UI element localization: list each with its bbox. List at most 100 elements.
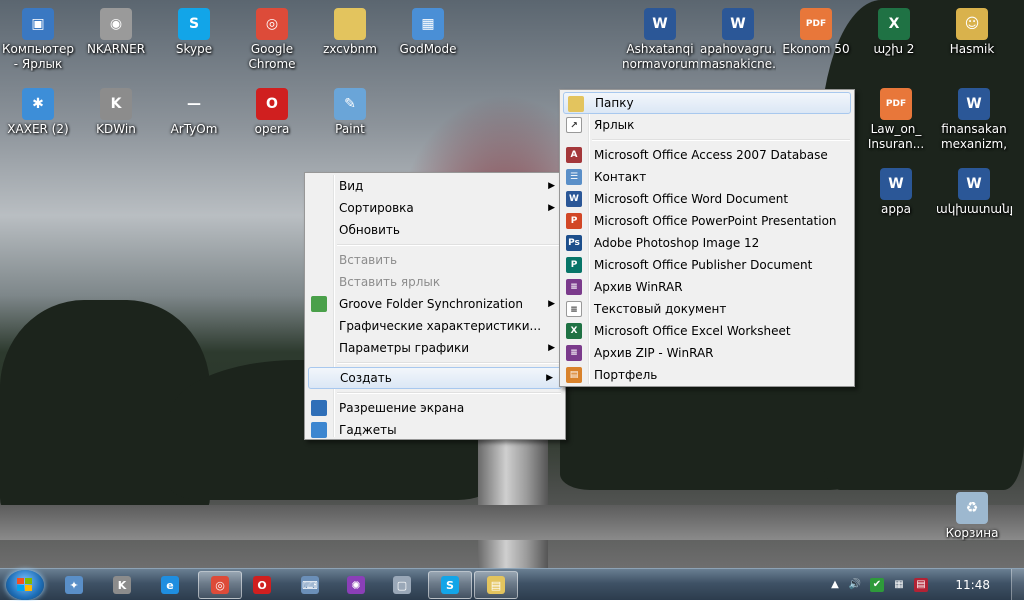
- desktop-icon[interactable]: ✱ XAXER (2): [0, 88, 76, 137]
- context-menu-item[interactable]: Графические характеристики...: [307, 315, 563, 337]
- taskbar-button[interactable]: ✦: [52, 571, 96, 599]
- desktop-icon-label: Hasmik: [949, 42, 995, 56]
- show-desktop-button[interactable]: [1011, 569, 1024, 601]
- sync-check-icon[interactable]: ✔: [870, 578, 884, 592]
- desktop-icon[interactable]: Wfinansakan mexanizm, f...: [936, 88, 1012, 152]
- desktop-icon-label: XAXER (2): [7, 122, 69, 136]
- create-submenu: Папку ↗ Ярлык A Microsoft Office Access 2007…: [559, 89, 855, 387]
- context-menu-item[interactable]: Гаджеты: [307, 419, 563, 441]
- taskbar-button[interactable]: S: [428, 571, 472, 599]
- desktop-icon[interactable]: PDF Ekonom 50: [778, 8, 854, 57]
- desktop-icon[interactable]: ▣ Компьютер - Ярлык: [0, 8, 76, 72]
- create-submenu-item[interactable]: ≡ Архив WinRAR: [562, 276, 852, 298]
- create-submenu-item[interactable]: P Microsoft Office Publisher Document: [562, 254, 852, 276]
- keyboard-icon: ⌨: [301, 576, 319, 594]
- start-button[interactable]: [6, 570, 44, 600]
- create-submenu-item[interactable]: ↗ Ярлык: [562, 114, 852, 136]
- desktop-icon[interactable]: ◉ NKARNER: [78, 8, 154, 57]
- create-submenu-item[interactable]: Папку: [563, 92, 851, 114]
- context-menu-item[interactable]: Вставить: [307, 249, 563, 271]
- create-submenu-item-label: Microsoft Office PowerPoint Presentation: [594, 214, 837, 228]
- taskbar-button[interactable]: ⌨: [288, 571, 332, 599]
- desktop-icon-label: Компьютер - Ярлык: [2, 42, 74, 71]
- access-icon: A: [566, 147, 582, 163]
- taskbar-button[interactable]: ✺: [334, 571, 378, 599]
- context-menu-item[interactable]: Сортировка ▶: [307, 197, 563, 219]
- context-menu-item-label: Groove Folder Synchronization: [339, 297, 523, 311]
- desktop-icon-label: Paint: [335, 122, 365, 136]
- context-menu-item[interactable]: Вид ▶: [307, 175, 563, 197]
- taskbar: ✦ Ke ◎ O ⌨ ✺ ▢ S ▤ ▲ 🔊 ✔ ▦ ▤ 11:48: [0, 568, 1024, 601]
- context-menu-item-label: Сортировка: [339, 201, 414, 215]
- display-icon: [311, 400, 327, 416]
- desktop-icon[interactable]: ☺ Hasmik: [934, 8, 1010, 57]
- create-submenu-item[interactable]: W Microsoft Office Word Document: [562, 188, 852, 210]
- desktop-icon[interactable]: PDF Law_on_ Insuran...: [858, 88, 934, 152]
- desktop-icon-label: appa: [881, 202, 911, 216]
- desktop-icon[interactable]: Wapahovagru... masnakicne...: [700, 8, 776, 72]
- word-document-icon: W: [722, 8, 754, 40]
- taskbar-button[interactable]: ◎: [198, 571, 242, 599]
- create-submenu-item[interactable]: ≡ Архив ZIP - WinRAR: [562, 342, 852, 364]
- word-document-icon: W: [958, 168, 990, 200]
- winrar-icon: ≡: [566, 279, 582, 295]
- context-menu-item-label: Вставить: [339, 253, 398, 267]
- chrome-icon: ◎: [256, 8, 288, 40]
- desktop-icon[interactable]: ✎ Paint: [312, 88, 388, 137]
- window-icon: ▢: [393, 576, 411, 594]
- winrar-zip-icon: ≡: [566, 345, 582, 361]
- desktop-icon-label: Google Chrome: [248, 42, 296, 71]
- context-menu-item[interactable]: Разрешение экрана: [307, 397, 563, 419]
- camera-icon: ◉: [100, 8, 132, 40]
- desktop-icon-label: Ashxatanqi normavorum...: [622, 42, 698, 71]
- desktop-icon-label: NKARNER: [86, 42, 146, 56]
- desktop-icon[interactable]: ◎ Google Chrome: [234, 8, 310, 72]
- network-icon[interactable]: ▦: [892, 578, 906, 592]
- desktop-icon[interactable]: Wակխատանք: [936, 168, 1012, 217]
- desktop-icon[interactable]: Xաշխ 2: [856, 8, 932, 57]
- desktop-icon[interactable]: ♻ Корзина: [934, 492, 1010, 541]
- user-folder-icon: ☺: [956, 8, 988, 40]
- taskbar-button[interactable]: e: [148, 571, 192, 599]
- create-submenu-item[interactable]: Ps Adobe Photoshop Image 12: [562, 232, 852, 254]
- create-submenu-item[interactable]: ☰ Контакт: [562, 166, 852, 188]
- taskbar-button[interactable]: K: [100, 571, 144, 599]
- opera-icon: O: [253, 576, 271, 594]
- clock[interactable]: 11:48: [955, 569, 990, 601]
- taskbar-button[interactable]: O: [240, 571, 284, 599]
- create-submenu-item[interactable]: X Microsoft Office Excel Worksheet: [562, 320, 852, 342]
- create-submenu-item[interactable]: P Microsoft Office PowerPoint Presentatio…: [562, 210, 852, 232]
- language-flag-icon[interactable]: ▤: [914, 578, 928, 592]
- context-menu-item[interactable]: Параметры графики ▶: [307, 337, 563, 359]
- taskbar-button[interactable]: ▢: [380, 571, 424, 599]
- volume-icon[interactable]: 🔊: [848, 578, 862, 592]
- wallpaper-road: [0, 505, 1024, 540]
- excel-icon: X: [878, 8, 910, 40]
- desktop-icon[interactable]: K KDWin: [78, 88, 154, 137]
- desktop-icon[interactable]: WAshxatanqi normavorum...: [622, 8, 698, 72]
- paint-icon: ✎: [334, 88, 366, 120]
- desktop-icon[interactable]: S Skype: [156, 8, 232, 57]
- context-menu-item[interactable]: Создать ▶: [308, 367, 562, 389]
- create-submenu-item-label: Adobe Photoshop Image 12: [594, 236, 760, 250]
- context-menu-item[interactable]: Groove Folder Synchronization ▶: [307, 293, 563, 315]
- desktop-icon[interactable]: Oopera: [234, 88, 310, 137]
- show-hidden-icons-arrow[interactable]: ▲: [828, 578, 842, 592]
- create-submenu-item-label: Microsoft Office Publisher Document: [594, 258, 813, 272]
- menu-separator: [337, 244, 561, 246]
- desktop-context-menu: Вид ▶ Сортировка ▶ Обновить Вставить Вставить …: [304, 172, 566, 440]
- create-submenu-item[interactable]: A Microsoft Office Access 2007 Database: [562, 144, 852, 166]
- desktop-icon[interactable]: — ArTyOm: [156, 88, 232, 137]
- context-menu-item[interactable]: Обновить: [307, 219, 563, 241]
- desktop-icon[interactable]: Wappa: [858, 168, 934, 217]
- create-submenu-item[interactable]: ≡ Текстовый документ: [562, 298, 852, 320]
- text-document-icon: ≡: [566, 301, 582, 317]
- menu-separator: [337, 362, 561, 364]
- desktop-icon[interactable]: ▦ GodMode: [390, 8, 466, 57]
- desktop-icon[interactable]: zxcvbnm: [312, 8, 388, 57]
- submenu-arrow-icon: ▶: [546, 373, 553, 383]
- create-submenu-item[interactable]: ▤ Портфель: [562, 364, 852, 386]
- context-menu-item[interactable]: Вставить ярлык: [307, 271, 563, 293]
- taskbar-button[interactable]: ▤: [474, 571, 518, 599]
- create-submenu-item-label: Текстовый документ: [594, 302, 727, 316]
